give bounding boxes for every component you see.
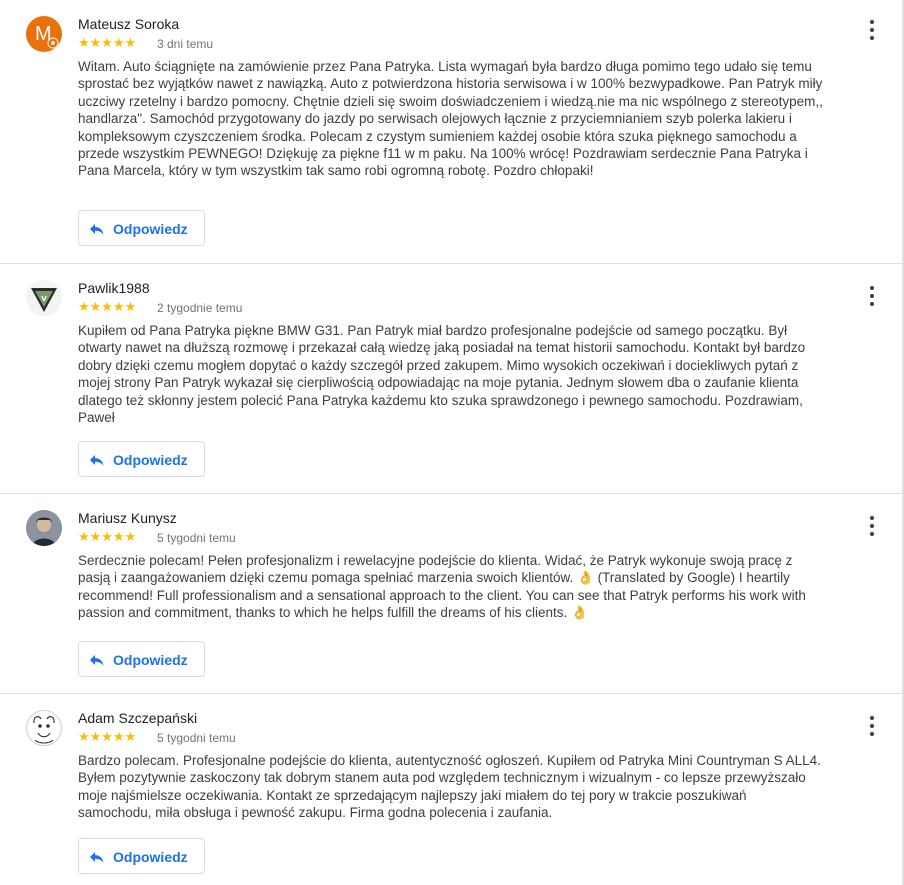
review-time: 2 tygodnie temu xyxy=(157,301,243,315)
svg-text:V: V xyxy=(41,295,47,303)
star-rating: ★★★★★ xyxy=(78,529,137,544)
review-time: 5 tygodni temu xyxy=(157,531,236,545)
star-rating: ★★★★★ xyxy=(78,35,137,50)
gta-logo-icon: V xyxy=(26,280,62,316)
more-options-icon[interactable] xyxy=(868,716,876,736)
review-card: Mariusz Kunysz ★★★★★ 5 tygodni temu Serd… xyxy=(0,494,902,694)
reply-icon xyxy=(90,455,104,466)
reply-label: Odpowiedz xyxy=(113,849,188,865)
avatar[interactable] xyxy=(26,510,62,546)
reply-icon xyxy=(90,655,104,666)
more-options-icon[interactable] xyxy=(868,286,876,306)
reviewer-name[interactable]: Mariusz Kunysz xyxy=(78,510,177,526)
review-card: V Pawlik1988 ★★★★★ 2 tygodnie temu Kupił… xyxy=(0,264,902,494)
review-text: Serdecznie polecam! Pełen profesjonalizm… xyxy=(78,553,806,621)
reply-button[interactable]: Odpowiedz xyxy=(78,210,205,246)
camera-badge-icon xyxy=(47,37,59,49)
reviewer-name[interactable]: Mateusz Soroka xyxy=(78,16,179,32)
reply-label: Odpowiedz xyxy=(113,652,188,668)
cartoon-face-icon xyxy=(28,712,60,744)
reply-label: Odpowiedz xyxy=(113,452,188,468)
more-options-icon[interactable] xyxy=(868,20,876,40)
review-text: Bardzo polecam. Profesjonalne podejście … xyxy=(78,753,821,821)
reply-icon xyxy=(90,224,104,235)
star-rating: ★★★★★ xyxy=(78,729,137,744)
reply-label: Odpowiedz xyxy=(113,221,188,237)
reviewer-name[interactable]: Adam Szczepański xyxy=(78,710,197,726)
person-photo-icon xyxy=(26,510,62,546)
reply-button[interactable]: Odpowiedz xyxy=(78,641,205,677)
reply-button[interactable]: Odpowiedz xyxy=(78,838,205,874)
review-time: 3 dni temu xyxy=(157,37,214,51)
more-options-icon[interactable] xyxy=(868,516,876,536)
review-text: Witam. Auto ściągnięte na zamówienie prz… xyxy=(78,59,823,179)
review-text: Kupiłem od Pana Patryka piękne BMW G31. … xyxy=(78,323,806,426)
star-rating: ★★★★★ xyxy=(78,299,137,314)
avatar[interactable] xyxy=(26,710,62,746)
review-card: M Mateusz Soroka ★★★★★ 3 dni temu Witam.… xyxy=(0,0,902,264)
reviewer-name[interactable]: Pawlik1988 xyxy=(78,280,150,296)
avatar[interactable]: V xyxy=(26,280,62,316)
review-time: 5 tygodni temu xyxy=(157,731,236,745)
review-card: Adam Szczepański ★★★★★ 5 tygodni temu Ba… xyxy=(0,694,902,885)
reply-icon xyxy=(90,852,104,863)
reply-button[interactable]: Odpowiedz xyxy=(78,441,205,477)
avatar[interactable]: M xyxy=(26,16,62,52)
